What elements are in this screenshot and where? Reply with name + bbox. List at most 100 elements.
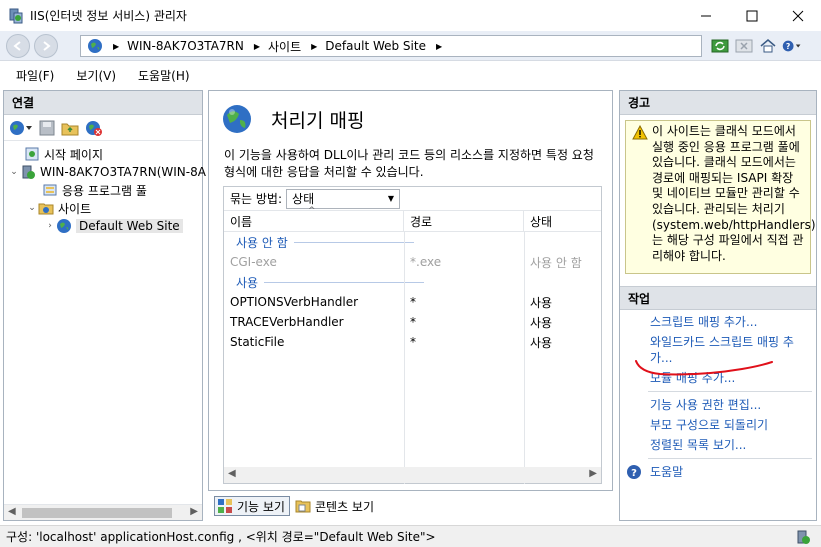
group-header-enabled[interactable]: 사용 (224, 272, 601, 292)
feature-page: 처리기 매핑 이 기능을 사용하여 DLL이나 관리 코드 등의 리소스를 지정… (208, 90, 613, 491)
help-dropdown-icon[interactable]: ? (782, 36, 802, 56)
tab-content-view[interactable]: 콘텐츠 보기 (292, 496, 379, 516)
start-page-icon (25, 147, 39, 161)
content-view-icon (295, 500, 311, 513)
iis-app-icon (9, 8, 23, 23)
actions-title: 작업 (620, 286, 816, 310)
dropdown-arrow-icon: ▼ (387, 194, 395, 203)
menu-file[interactable]: 파일(F) (16, 67, 54, 84)
svg-text:?: ? (631, 468, 637, 479)
menu-help[interactable]: 도움말(H) (138, 67, 190, 84)
handler-grid: 묶는 방법: 상태 ▼ 이름 ^ 경로 상태 사용 안 함 CGI-exe *.… (223, 186, 602, 484)
save-icon[interactable] (38, 119, 56, 137)
feature-area: 처리기 매핑 이 기능을 사용하여 DLL이나 관리 코드 등의 리소스를 지정… (208, 90, 613, 521)
status-bar: 구성: 'localhost' applicationHost.config ,… (0, 525, 821, 547)
scroll-thumb[interactable] (22, 508, 172, 518)
help-icon: ? (627, 465, 641, 479)
scroll-left-icon[interactable]: ◀ (228, 468, 236, 479)
connections-toolbar (4, 115, 202, 141)
globe-icon (88, 39, 102, 53)
view-tabs: 기능 보기 콘텐츠 보기 (214, 496, 379, 516)
warning-icon (632, 125, 648, 140)
tree-item-server[interactable]: ⌄ WIN-8AK7O3TA7RN(WIN-8A (4, 163, 206, 181)
arrow-right-icon (43, 41, 51, 51)
svg-text:?: ? (786, 42, 790, 51)
connections-title: 연결 (4, 91, 202, 115)
server-status-icon (797, 530, 810, 544)
column-header-path[interactable]: 경로 (404, 211, 524, 231)
column-header-state[interactable]: 상태 (524, 211, 601, 231)
action-edit-feature-permissions[interactable]: 기능 사용 권한 편집... (620, 397, 816, 413)
arrow-left-icon (13, 41, 21, 51)
grid-header: 이름 ^ 경로 상태 (224, 206, 601, 232)
refresh-icon[interactable] (710, 36, 730, 56)
action-view-ordered-list[interactable]: 정렬된 목록 보기... (620, 437, 816, 453)
breadcrumb-arrow-icon: ▶ (435, 41, 443, 51)
disconnect-icon[interactable] (84, 119, 104, 137)
forward-button[interactable] (34, 34, 58, 58)
alert-message: 이 사이트는 클래식 모드에서 실행 중인 응용 프로그램 풀에 있습니다. 클… (652, 124, 816, 263)
home-icon[interactable] (758, 36, 778, 56)
close-icon[interactable] (775, 0, 821, 31)
back-button[interactable] (6, 34, 30, 58)
help-link[interactable]: ? 도움말 (620, 464, 816, 480)
scroll-right-icon[interactable]: ▶ (190, 506, 198, 517)
tab-features-view[interactable]: 기능 보기 (214, 496, 290, 516)
tree-item-app-pools[interactable]: 응용 프로그램 풀 (4, 181, 202, 199)
app-pool-icon (43, 184, 57, 196)
feature-description: 이 기능을 사용하여 DLL이나 관리 코드 등의 리소스를 지정하면 특정 요… (224, 148, 594, 179)
tree-item-sites[interactable]: ⌄ 사이트 (4, 199, 202, 217)
classic-mode-alert: 이 사이트는 클래식 모드에서 실행 중인 응용 프로그램 풀에 있습니다. 클… (625, 120, 816, 274)
breadcrumb-arrow-icon: ▶ (311, 41, 318, 51)
website-globe-icon (57, 219, 71, 233)
server-icon (22, 165, 35, 179)
group-by-select[interactable]: 상태 ▼ (286, 188, 401, 209)
column-header-name[interactable]: 이름 ^ (224, 206, 404, 231)
folder-up-icon[interactable] (60, 119, 80, 137)
breadcrumb-site[interactable]: Default Web Site (325, 39, 426, 53)
group-by-label: 묶는 방법: (230, 192, 283, 206)
actions-panel: 경고 이 사이트는 클래식 모드에서 실행 중인 응용 프로그램 풀에 있습니다… (619, 90, 817, 521)
table-row[interactable]: OPTIONSVerbHandler * 사용 (224, 292, 601, 312)
table-row[interactable]: TRACEVerbHandler * 사용 (224, 312, 601, 332)
address-field[interactable]: ▶ WIN-8AK7O3TA7RN ▶ 사이트 ▶ Default Web Si… (80, 35, 702, 57)
page-title: 처리기 매핑 (271, 109, 365, 132)
action-add-script-map[interactable]: 스크립트 매핑 추가... (620, 314, 816, 330)
menu-view[interactable]: 보기(V) (76, 67, 116, 84)
connections-panel: 연결 시작 페이지 ⌄ WIN-8AK7O3TA7RN(WIN-8A 응용 프로… (3, 90, 206, 521)
tree-item-start-page[interactable]: 시작 페이지 (4, 145, 202, 163)
action-revert-to-parent[interactable]: 부모 구성으로 되돌리기 (620, 417, 816, 433)
scroll-right-icon[interactable]: ▶ (589, 468, 597, 479)
stop-icon[interactable] (734, 36, 754, 56)
breadcrumb-sites[interactable]: 사이트 (268, 38, 301, 55)
connections-tree: 시작 페이지 ⌄ WIN-8AK7O3TA7RN(WIN-8A 응용 프로그램 … (4, 141, 206, 235)
handler-mappings-globe-icon (223, 105, 251, 133)
collapse-icon[interactable]: ⌄ (8, 167, 20, 177)
connections-hscrollbar[interactable]: ◀ ▶ (4, 504, 202, 520)
address-bar: ▶ WIN-8AK7O3TA7RN ▶ 사이트 ▶ Default Web Si… (0, 31, 821, 61)
minimize-icon[interactable] (683, 0, 729, 31)
actions-list: 스크립트 매핑 추가... 와일드카드 스크립트 매핑 추가... 모듈 매핑 … (620, 310, 816, 480)
breadcrumb-server[interactable]: WIN-8AK7O3TA7RN (127, 39, 244, 53)
group-header-disabled[interactable]: 사용 안 함 (224, 232, 601, 252)
status-text: 구성: 'localhost' applicationHost.config ,… (6, 530, 436, 544)
tree-item-default-web-site[interactable]: › Default Web Site (4, 217, 202, 235)
connect-globe-icon[interactable] (8, 119, 34, 137)
maximize-icon[interactable] (729, 0, 775, 31)
breadcrumb-arrow-icon: ▶ (113, 41, 120, 51)
sites-folder-icon (38, 203, 54, 215)
menu-bar: 파일(F) 보기(V) 도움말(H) (0, 62, 821, 88)
sort-ascending-icon: ^ (308, 206, 316, 216)
alerts-title: 경고 (620, 91, 816, 115)
features-view-icon (218, 499, 232, 513)
grid-hscrollbar[interactable]: ◀ ▶ (224, 467, 601, 483)
grid-body: 사용 안 함 CGI-exe *.exe 사용 안 함 사용 OPTIONSVe… (224, 232, 601, 352)
table-row[interactable]: StaticFile * 사용 (224, 332, 601, 352)
group-by-bar: 묶는 방법: 상태 ▼ (224, 187, 601, 211)
scroll-left-icon[interactable]: ◀ (8, 506, 16, 517)
expand-icon[interactable]: › (44, 221, 56, 231)
collapse-icon[interactable]: ⌄ (26, 203, 38, 213)
action-add-module-mapping[interactable]: 모듈 매핑 추가... (620, 370, 816, 386)
table-row[interactable]: CGI-exe *.exe 사용 안 함 (224, 252, 601, 272)
action-add-wildcard-script-map[interactable]: 와일드카드 스크립트 매핑 추가... (620, 334, 816, 366)
